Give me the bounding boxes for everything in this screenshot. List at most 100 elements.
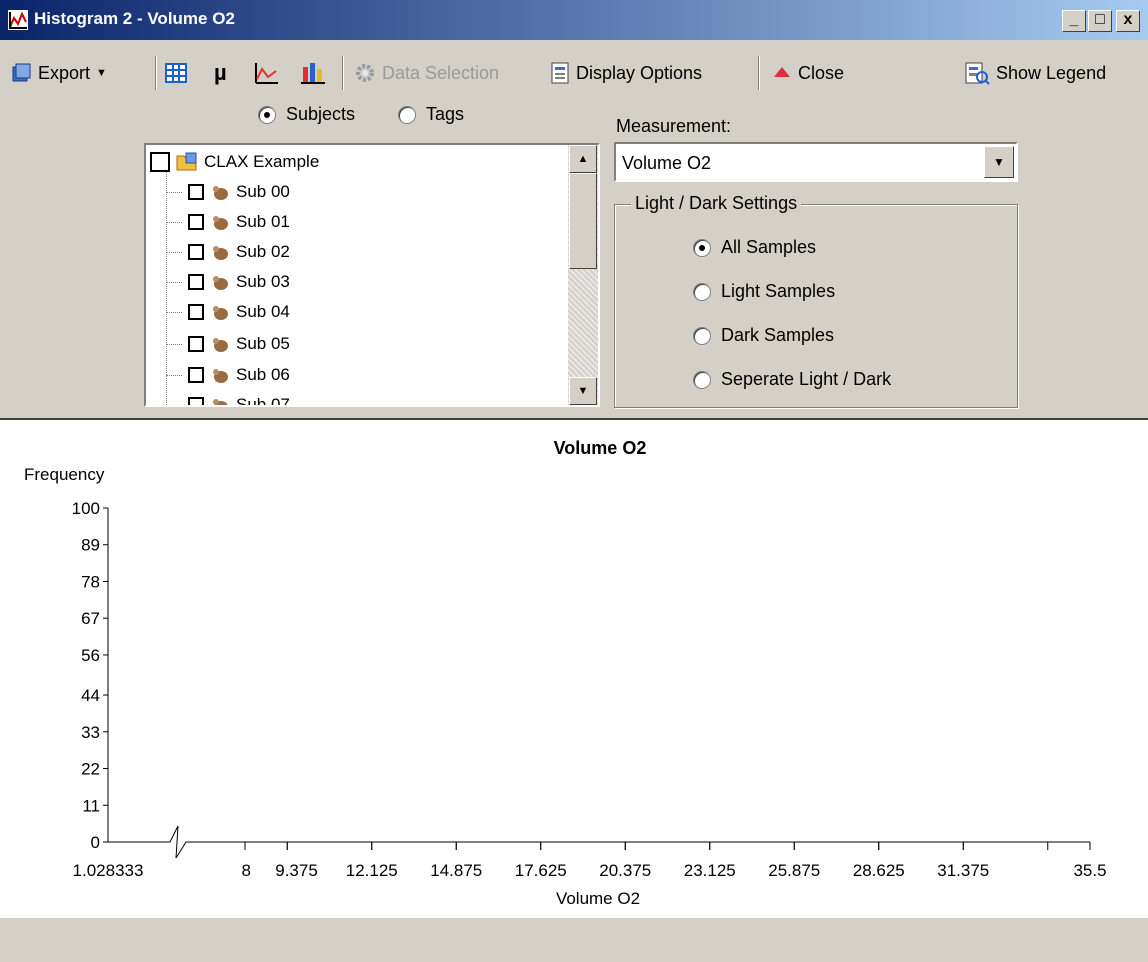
data-selection-label: Data Selection (382, 62, 500, 83)
display-options-button[interactable]: Display Options (550, 52, 702, 94)
x-tick-label: 14.875 (430, 861, 482, 880)
tree-root[interactable]: CLAX Example (150, 147, 319, 177)
y-tick-label: 56 (81, 646, 100, 665)
checkbox[interactable] (188, 397, 204, 405)
checkbox[interactable] (188, 304, 204, 320)
radio-button-icon (693, 238, 711, 257)
tree-item[interactable]: Sub 00 (166, 177, 290, 207)
measurement-select[interactable]: Volume O2 ▼ (614, 142, 1018, 182)
tree-scrollbar[interactable]: ▲ ▼ (568, 145, 598, 405)
subject-tree: CLAX Example Sub 00 Sub 01 Sub 02 Sub 03 (144, 143, 600, 407)
toolbar: Export ▼ µ Data Selection Display Option… (0, 52, 1148, 94)
x-tick-label: 23.125 (684, 861, 736, 880)
status-area (0, 916, 1148, 962)
dropdown-button[interactable]: ▼ (984, 146, 1014, 178)
maximize-button[interactable]: □ (1088, 10, 1112, 32)
histogram-app-icon (8, 10, 28, 30)
scroll-up-button[interactable]: ▲ (569, 145, 597, 173)
gear-icon (356, 64, 374, 82)
tree-item-label: Sub 03 (236, 272, 290, 291)
all-samples-radio[interactable]: All Samples (693, 237, 816, 258)
tree-item[interactable]: Sub 03 (166, 267, 290, 297)
histogram-chart-panel: Volume O2 Frequency 100 89 78 67 56 44 33 22 11 0 1.… (0, 418, 1148, 918)
tree-item-label: Sub 07 (236, 395, 290, 407)
mouse-icon (213, 306, 228, 320)
toolbar-separator (758, 56, 760, 90)
radio-button-icon (258, 105, 276, 124)
y-tick-label: 89 (81, 536, 100, 555)
bar-chart-icon (301, 63, 325, 84)
light-samples-radio[interactable]: Light Samples (693, 281, 835, 302)
group-title: Light / Dark Settings (631, 193, 802, 214)
y-tick-label: 0 (91, 833, 100, 852)
bar-chart-button[interactable] (300, 52, 326, 94)
checkbox[interactable] (188, 367, 204, 383)
checkbox[interactable] (188, 244, 204, 260)
tree-item[interactable]: Sub 05 (166, 329, 290, 359)
tree-item[interactable]: Sub 07 (166, 390, 290, 407)
y-tick-label: 11 (82, 796, 100, 815)
tree-item-label: Sub 05 (236, 334, 290, 353)
option-label: Seperate Light / Dark (721, 369, 892, 389)
x-tick-label: 8 (242, 861, 251, 880)
table-view-button[interactable] (164, 52, 188, 94)
tree-item-label: Sub 02 (236, 242, 290, 261)
statistics-button[interactable]: µ (214, 52, 227, 94)
mouse-icon (213, 399, 228, 405)
title-bar: Histogram 2 - Volume O2 _ □ x (0, 0, 1148, 40)
checkbox[interactable] (150, 152, 170, 172)
folder-icon (176, 152, 197, 171)
data-selection-button[interactable]: Data Selection (354, 52, 499, 94)
show-legend-button[interactable]: Show Legend (964, 52, 1106, 94)
checkbox[interactable] (188, 214, 204, 230)
tree-item[interactable]: Sub 04 (166, 297, 290, 327)
tree-item-label: Sub 00 (236, 182, 290, 201)
tree-connector (166, 374, 182, 376)
y-tick-label: 78 (81, 572, 100, 591)
tree-item[interactable]: Sub 02 (166, 237, 290, 267)
x-tick-label: 9.375 (275, 861, 318, 880)
y-axis-label: Frequency (24, 465, 105, 484)
separate-light-dark-radio[interactable]: Seperate Light / Dark (693, 369, 891, 390)
dark-samples-radio[interactable]: Dark Samples (693, 325, 834, 346)
line-chart-icon (255, 63, 278, 84)
x-tick-label: 20.375 (599, 861, 651, 880)
tree-item[interactable]: Sub 06 (166, 360, 290, 390)
checkbox[interactable] (188, 274, 204, 290)
subjects-radio[interactable]: Subjects (258, 104, 355, 125)
tree-item-label: Sub 04 (236, 302, 290, 321)
tree-connector (166, 221, 182, 223)
chart-title: Volume O2 (554, 438, 647, 458)
close-arrow-icon (774, 67, 790, 77)
mu-icon: µ (214, 60, 227, 85)
checkbox[interactable] (188, 336, 204, 352)
close-window-button[interactable]: x (1116, 10, 1140, 32)
option-label: All Samples (721, 237, 817, 257)
radio-button-icon (693, 326, 711, 345)
mouse-icon (213, 276, 228, 290)
x-tick-label: 31.375 (937, 861, 989, 880)
y-tick-label: 67 (81, 609, 100, 628)
x-axis-label: Volume O2 (556, 889, 640, 908)
minimize-button[interactable]: _ (1062, 10, 1086, 32)
export-label: Export (38, 62, 91, 83)
table-icon (165, 63, 187, 83)
tree-connector (166, 251, 182, 253)
histogram-chart: Volume O2 Frequency 100 89 78 67 56 44 33 22 11 0 1.… (24, 438, 1107, 908)
tags-radio[interactable]: Tags (398, 104, 464, 125)
x-tick-label: 25.875 (768, 861, 820, 880)
line-chart-button[interactable] (254, 52, 280, 94)
measurement-value: Volume O2 (622, 153, 712, 173)
tree-root-label: CLAX Example (204, 152, 320, 171)
tree-item[interactable]: Sub 01 (166, 207, 290, 237)
tree-connector (166, 191, 182, 193)
tags-label: Tags (426, 104, 465, 124)
export-button[interactable]: Export ▼ (10, 52, 107, 94)
x-tick-label: 17.625 (515, 861, 567, 880)
measurement-label: Measurement: (616, 116, 732, 136)
scroll-thumb[interactable] (569, 173, 597, 269)
close-button[interactable]: Close (772, 52, 844, 94)
checkbox[interactable] (188, 184, 204, 200)
scroll-down-button[interactable]: ▼ (569, 377, 597, 405)
toolbar-separator (155, 56, 157, 90)
